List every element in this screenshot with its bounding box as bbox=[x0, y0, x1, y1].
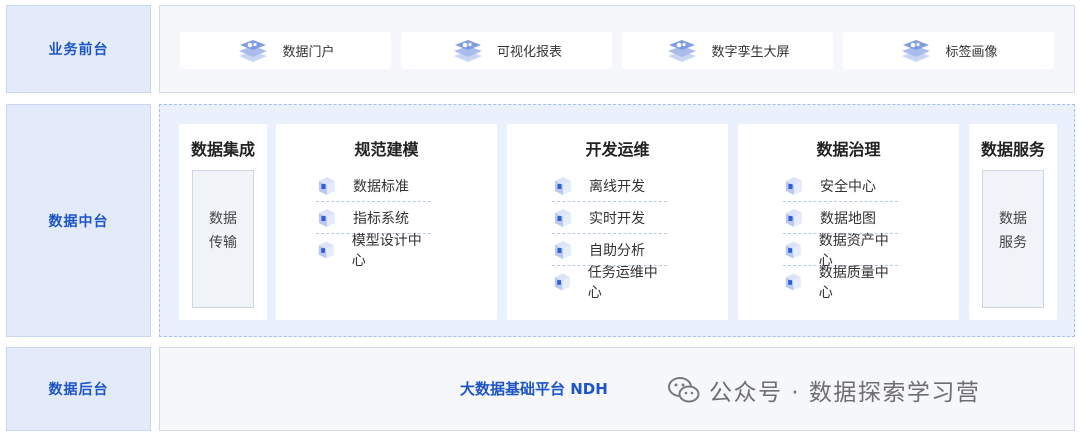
item-label: 实时开发 bbox=[589, 210, 645, 227]
isometric-stack-icon bbox=[453, 39, 482, 62]
cube-icon bbox=[319, 176, 335, 195]
wechat-icon bbox=[668, 377, 700, 403]
item-label: 自助分析 bbox=[589, 242, 645, 259]
list-item[interactable]: 数据质量中心 bbox=[783, 265, 898, 301]
item-label: 数据地图 bbox=[820, 210, 876, 227]
item-label: 指标系统 bbox=[353, 210, 409, 227]
platform-title: 大数据基础平台 NDH bbox=[460, 380, 608, 398]
item-label: 离线开发 bbox=[589, 178, 645, 195]
devops-box: 开发运维 离线开发 实时开发 自助分析 任务运维中心 bbox=[507, 124, 728, 320]
app-card-tag-profile[interactable]: 标签画像 bbox=[843, 32, 1054, 69]
cube-icon bbox=[786, 208, 802, 227]
service-box: 数据服务 数据 服务 bbox=[969, 124, 1057, 320]
cube-icon bbox=[786, 176, 802, 195]
modeling-title: 规范建模 bbox=[354, 140, 419, 159]
integration-box: 数据集成 数据 传输 bbox=[179, 124, 267, 320]
cube-icon bbox=[555, 240, 571, 259]
service-inner-label: 数据 服务 bbox=[999, 211, 1027, 251]
list-item[interactable]: 模型设计中心 bbox=[316, 233, 431, 269]
front-layer-panel: 数据门户 可视化报表 数字孪生大屏 标签画像 bbox=[159, 5, 1075, 93]
isometric-stack-icon bbox=[239, 39, 268, 62]
list-item[interactable]: 安全中心 bbox=[783, 170, 898, 202]
cube-icon bbox=[785, 273, 801, 291]
governance-item-list: 安全中心 数据地图 数据资产中心 数据质量中心 bbox=[783, 170, 898, 301]
list-item[interactable]: 离线开发 bbox=[552, 170, 667, 202]
list-item[interactable]: 任务运维中心 bbox=[552, 265, 667, 301]
app-card-label: 数据门户 bbox=[282, 45, 335, 60]
cube-icon bbox=[554, 273, 570, 291]
modeling-item-list: 数据标准 指标系统 模型设计中心 bbox=[316, 170, 431, 269]
governance-title: 数据治理 bbox=[816, 140, 881, 159]
item-label: 模型设计中心 bbox=[351, 233, 422, 269]
cube-icon bbox=[555, 176, 571, 195]
integration-inner-label: 数据 传输 bbox=[209, 211, 237, 251]
devops-title: 开发运维 bbox=[585, 140, 650, 159]
item-label: 数据标准 bbox=[353, 178, 409, 195]
watermark-text: 公众号 · 数据探索学习营 bbox=[709, 380, 981, 406]
integration-title: 数据集成 bbox=[190, 140, 255, 159]
app-card-data-portal[interactable]: 数据门户 bbox=[180, 32, 391, 69]
list-item[interactable]: 数据标准 bbox=[316, 170, 431, 202]
item-label: 安全中心 bbox=[820, 178, 876, 195]
isometric-stack-icon bbox=[668, 39, 697, 62]
devops-item-list: 离线开发 实时开发 自助分析 任务运维中心 bbox=[552, 170, 667, 301]
middle-layer-panel: 数据集成 数据 传输 规范建模 数据标准 指标系统 模型设计中心 开发运维 离线… bbox=[159, 104, 1075, 337]
integration-inner[interactable]: 数据 传输 bbox=[192, 170, 254, 308]
back-layer-panel: 大数据基础平台 NDH 公众号 · 数据探索学习营 bbox=[159, 347, 1075, 431]
service-title: 数据服务 bbox=[980, 140, 1045, 159]
item-label: 任务运维中心 bbox=[587, 265, 658, 301]
layer-label-front: 业务前台 bbox=[6, 5, 151, 93]
app-card-label: 标签画像 bbox=[945, 45, 998, 60]
app-card-digital-twin[interactable]: 数字孪生大屏 bbox=[622, 32, 833, 69]
list-item[interactable]: 实时开发 bbox=[552, 202, 667, 234]
app-card-visual-report[interactable]: 可视化报表 bbox=[401, 32, 612, 69]
modeling-box: 规范建模 数据标准 指标系统 模型设计中心 bbox=[276, 124, 497, 320]
governance-box: 数据治理 安全中心 数据地图 数据资产中心 数据质量中心 bbox=[738, 124, 959, 320]
layer-label-middle: 数据中台 bbox=[6, 104, 151, 337]
isometric-stack-icon bbox=[902, 39, 931, 62]
cube-icon bbox=[319, 208, 335, 227]
app-card-label: 可视化报表 bbox=[496, 45, 562, 60]
item-label: 数据质量中心 bbox=[818, 265, 889, 301]
cube-icon bbox=[785, 241, 801, 258]
layer-label-back: 数据后台 bbox=[6, 347, 151, 431]
app-card-label: 数字孪生大屏 bbox=[711, 45, 790, 60]
cube-icon bbox=[318, 241, 334, 259]
cube-icon bbox=[555, 208, 571, 227]
service-inner[interactable]: 数据 服务 bbox=[982, 170, 1044, 308]
watermark: 公众号 · 数据探索学习营 bbox=[667, 373, 980, 407]
